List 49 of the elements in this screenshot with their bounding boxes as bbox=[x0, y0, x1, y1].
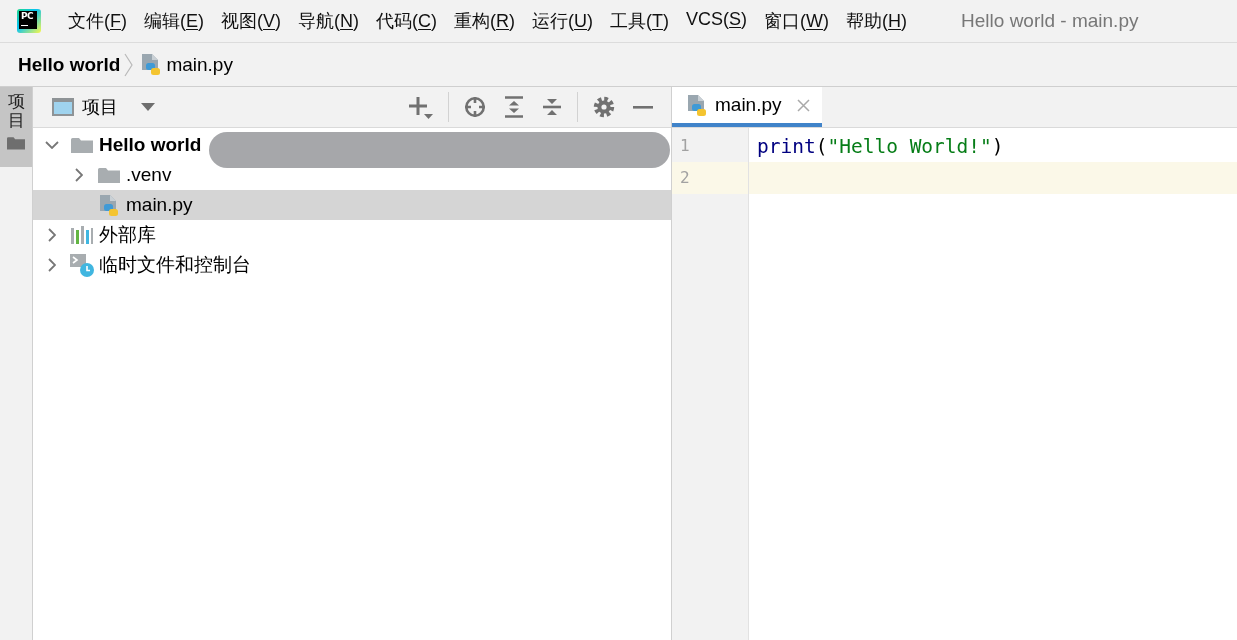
library-icon bbox=[71, 226, 93, 244]
crosshair-icon bbox=[464, 96, 486, 118]
window-icon bbox=[52, 98, 74, 116]
folder-icon bbox=[7, 136, 25, 151]
caret-down-icon bbox=[141, 103, 155, 111]
folder-icon bbox=[98, 167, 120, 183]
menu-item[interactable]: 窗口(W) bbox=[764, 9, 830, 33]
menu-item[interactable]: 文件(F) bbox=[68, 9, 127, 33]
python-file-icon bbox=[142, 54, 161, 75]
expand-all-icon bbox=[504, 96, 524, 118]
menu-item[interactable]: 帮助(H) bbox=[846, 9, 908, 33]
code-line: print("Hello World!") bbox=[757, 134, 1004, 158]
menu-item[interactable]: 编辑(E) bbox=[144, 9, 204, 33]
new-button[interactable] bbox=[409, 94, 433, 120]
editor-tab[interactable]: main.py bbox=[672, 87, 822, 127]
menu-item[interactable]: 工具(T) bbox=[610, 9, 670, 33]
console-clock-icon bbox=[70, 253, 94, 277]
python-file-icon bbox=[100, 194, 118, 216]
close-tab-button[interactable] bbox=[796, 98, 810, 112]
line-number: 2 bbox=[672, 162, 748, 194]
line-number: 1 bbox=[679, 135, 691, 157]
menu-item[interactable]: VCS(S) bbox=[686, 9, 748, 33]
close-icon bbox=[796, 98, 810, 112]
logo-text: PC bbox=[21, 12, 35, 21]
collapse-all-icon bbox=[542, 96, 562, 118]
breadcrumb-item[interactable]: main.py bbox=[166, 53, 233, 76]
menu-item[interactable]: 运行(U) bbox=[532, 9, 594, 33]
breadcrumb-item[interactable]: Hello world bbox=[18, 53, 121, 76]
minus-icon bbox=[633, 105, 653, 109]
menu-item[interactable]: 视图(V) bbox=[221, 9, 282, 33]
menu-item[interactable]: 导航(N) bbox=[298, 9, 360, 33]
settings-icon bbox=[593, 96, 615, 118]
python-file-icon bbox=[688, 94, 706, 116]
view-selector[interactable]: 项目 bbox=[52, 95, 155, 119]
chevron-right-icon bbox=[124, 52, 134, 77]
locate-button[interactable] bbox=[464, 94, 486, 120]
expand-all-button[interactable] bbox=[504, 94, 524, 120]
tool-window-tab[interactable]: 项目 bbox=[0, 87, 32, 167]
tree-item[interactable]: Hello world bbox=[33, 130, 206, 160]
settings-button[interactable] bbox=[593, 94, 615, 120]
tree-item[interactable]: .venv bbox=[33, 160, 176, 190]
plus-icon bbox=[409, 95, 433, 119]
folder-icon bbox=[71, 137, 93, 153]
menu-item[interactable]: 代码(C) bbox=[376, 9, 438, 33]
tree-item[interactable]: 临时文件和控制台 bbox=[33, 250, 255, 280]
tree-item[interactable]: 外部库 bbox=[33, 220, 160, 250]
window-title: Hello world - main.py bbox=[961, 10, 1139, 31]
menu-item[interactable]: 重构(R) bbox=[454, 9, 516, 33]
tree-item[interactable]: main.py bbox=[33, 190, 671, 220]
